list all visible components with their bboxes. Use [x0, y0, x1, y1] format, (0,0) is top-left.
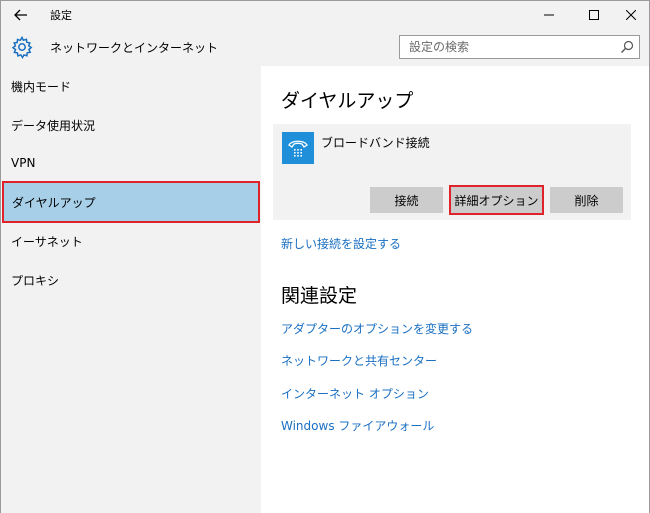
connection-name: ブロードバンド接続 — [321, 136, 430, 150]
maximize-button[interactable] — [575, 1, 613, 29]
close-button[interactable] — [612, 1, 650, 29]
sidebar-item-vpn[interactable]: VPN — [1, 143, 261, 183]
related-link-network-sharing-center[interactable]: ネットワークと共有センター — [281, 352, 437, 369]
sidebar-item-ethernet[interactable]: イーサネット — [1, 221, 261, 261]
maximize-icon — [589, 10, 599, 20]
minimize-icon — [544, 14, 554, 16]
sidebar-item-proxy[interactable]: プロキシ — [1, 260, 261, 300]
related-settings-title: 関連設定 — [281, 285, 358, 307]
sidebar: 機内モード データ使用状況 VPN ダイヤルアップ イーサネット プロキシ — [1, 66, 261, 513]
settings-window: 設定 ネットワークとインターネット 機内モード — [0, 0, 650, 513]
sidebar-item-label: 機内モード — [11, 79, 72, 94]
search-input[interactable] — [400, 36, 610, 58]
dialup-phone-icon — [282, 132, 314, 164]
connection-card[interactable]: ブロードバンド接続 接続 詳細オプション 削除 — [273, 124, 631, 220]
sidebar-item-airplane-mode[interactable]: 機内モード — [1, 66, 261, 106]
title-bar: 設定 — [1, 1, 649, 29]
related-link-adapter-options[interactable]: アダプターのオプションを変更する — [281, 320, 473, 337]
advanced-options-button[interactable]: 詳細オプション — [449, 185, 544, 215]
related-link-internet-options[interactable]: インターネット オプション — [281, 385, 429, 402]
back-arrow-icon — [14, 9, 27, 21]
sidebar-item-label: VPN — [11, 156, 36, 170]
new-connection-link[interactable]: 新しい接続を設定する — [281, 235, 401, 252]
connect-button[interactable]: 接続 — [370, 187, 443, 213]
search-icon[interactable] — [620, 40, 634, 54]
sidebar-item-label: イーサネット — [11, 234, 83, 249]
window-title: 設定 — [50, 9, 72, 22]
page-title: ネットワークとインターネット — [50, 41, 219, 55]
back-button[interactable] — [7, 3, 35, 27]
sidebar-item-label: データ使用状況 — [11, 118, 96, 133]
delete-button[interactable]: 削除 — [550, 187, 623, 213]
main-content: ダイヤルアップ ブロードバンド接続 接続 詳細オプション 削除 新しい接続を設定… — [261, 66, 649, 513]
sidebar-item-label: ダイヤルアップ — [12, 195, 96, 210]
sidebar-item-dialup[interactable]: ダイヤルアップ — [2, 181, 260, 223]
page-header: ネットワークとインターネット — [1, 29, 649, 66]
sidebar-item-data-usage[interactable]: データ使用状況 — [1, 105, 261, 145]
gear-icon — [11, 35, 33, 59]
section-title: ダイヤルアップ — [281, 90, 414, 112]
search-box[interactable] — [399, 35, 640, 59]
sidebar-item-label: プロキシ — [11, 273, 60, 288]
related-link-windows-firewall[interactable]: Windows ファイアウォール — [281, 417, 434, 434]
minimize-button[interactable] — [530, 1, 568, 29]
close-icon — [626, 10, 636, 20]
